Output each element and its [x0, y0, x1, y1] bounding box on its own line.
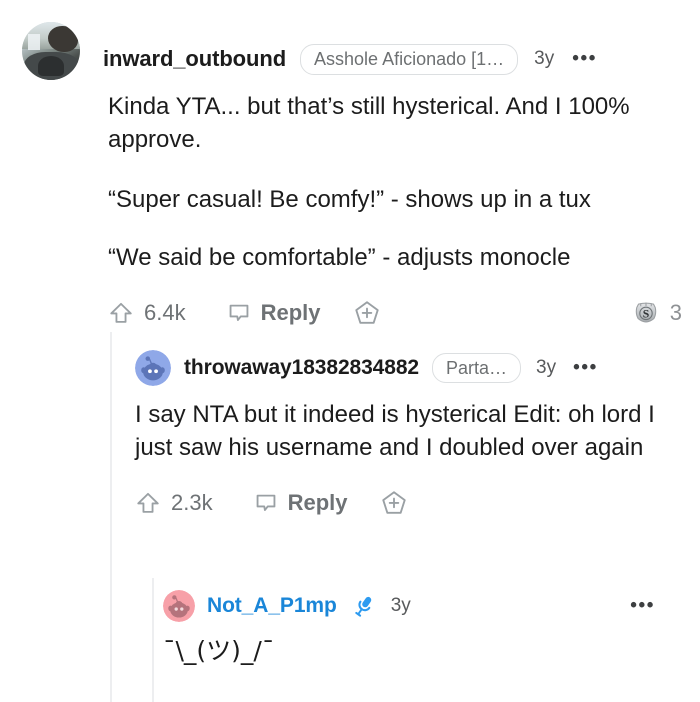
comment-paragraph: “We said be comfortable” - adjusts monoc…: [108, 244, 571, 271]
avatar[interactable]: [163, 590, 195, 622]
upvote-arrow-icon: [108, 300, 134, 326]
avatar-photo-head: [48, 26, 78, 52]
avatar[interactable]: [22, 22, 80, 80]
comment-bubble-icon: [253, 490, 279, 516]
snoo-avatar-icon: [163, 590, 195, 622]
comment-root: inward_outbound Asshole Aficionado [1… 3…: [22, 22, 682, 330]
award-plus-icon: [380, 489, 408, 517]
avatar[interactable]: [135, 350, 171, 386]
comment-overflow-menu-icon[interactable]: •••: [572, 48, 597, 70]
upvote-score: 2.3k: [171, 490, 213, 515]
silver-award-icon: S: [631, 298, 661, 328]
comment-author-username[interactable]: throwaway18382834882: [184, 356, 419, 380]
comment-body: Kinda YTA... but that’s still hysterical…: [108, 90, 682, 274]
reply-label: Reply: [260, 300, 321, 325]
comment-action-bar: 6.4k Reply S 3: [108, 296, 682, 330]
comment-thread: inward_outbound Asshole Aficionado [1… 3…: [0, 0, 700, 702]
comment-header: inward_outbound Asshole Aficionado [1… 3…: [22, 22, 682, 80]
comment-overflow-menu-icon[interactable]: •••: [573, 357, 598, 379]
upvote-arrow-icon: [135, 490, 161, 516]
give-award-button[interactable]: [380, 489, 408, 517]
comment-reply-depth-2: Not_A_P1mp 3y ••• ¯\_(ツ)_/¯: [163, 590, 673, 668]
upvote-button[interactable]: 6.4k: [108, 300, 186, 326]
award-plus-icon: [353, 299, 381, 327]
give-award-button[interactable]: [353, 299, 381, 327]
reply-label: Reply: [287, 490, 348, 515]
comment-bubble-icon: [226, 300, 252, 326]
award-badge-letter: S: [642, 308, 649, 321]
thread-line-depth-2[interactable]: [152, 578, 154, 702]
comment-paragraph: “Super casual! Be comfy!” - shows up in …: [108, 186, 591, 213]
author-flair: Parta…: [432, 353, 522, 383]
comment-header: Not_A_P1mp 3y •••: [163, 590, 673, 622]
award-count: 3: [669, 300, 682, 325]
comment-author-username[interactable]: Not_A_P1mp: [207, 594, 337, 618]
comment-paragraph: Kinda YTA... but that’s still hysterical…: [108, 93, 630, 153]
upvote-score: 6.4k: [144, 300, 186, 325]
avatar-photo-sign: [28, 34, 40, 50]
upvote-button[interactable]: 2.3k: [135, 490, 213, 516]
comment-action-bar: 2.3k Reply: [135, 486, 683, 520]
microphone-icon: [351, 593, 377, 619]
comment-body: I say NTA but it indeed is hysterical Ed…: [135, 398, 683, 464]
thread-line-depth-1[interactable]: [110, 332, 112, 702]
reply-button[interactable]: Reply: [226, 300, 321, 326]
award-badge-group[interactable]: S 3: [631, 298, 682, 328]
avatar-photo-collar: [38, 56, 64, 76]
comment-paragraph: ¯\_(ツ)_/¯: [163, 636, 275, 665]
comment-paragraph: I say NTA but it indeed is hysterical Ed…: [135, 401, 655, 461]
comment-body: ¯\_(ツ)_/¯: [163, 634, 673, 668]
comment-overflow-menu-icon[interactable]: •••: [630, 595, 655, 617]
snoo-avatar-icon: [135, 350, 171, 386]
reply-button[interactable]: Reply: [253, 490, 348, 516]
author-flair: Asshole Aficionado [1…: [300, 43, 519, 75]
comment-timestamp: 3y: [536, 357, 557, 378]
comment-timestamp: 3y: [534, 48, 555, 69]
comment-header: throwaway18382834882 Parta… 3y •••: [135, 350, 683, 386]
comment-timestamp: 3y: [390, 595, 411, 616]
comment-reply-depth-1: throwaway18382834882 Parta… 3y ••• I say…: [135, 350, 683, 520]
comment-author-username[interactable]: inward_outbound: [103, 46, 286, 72]
